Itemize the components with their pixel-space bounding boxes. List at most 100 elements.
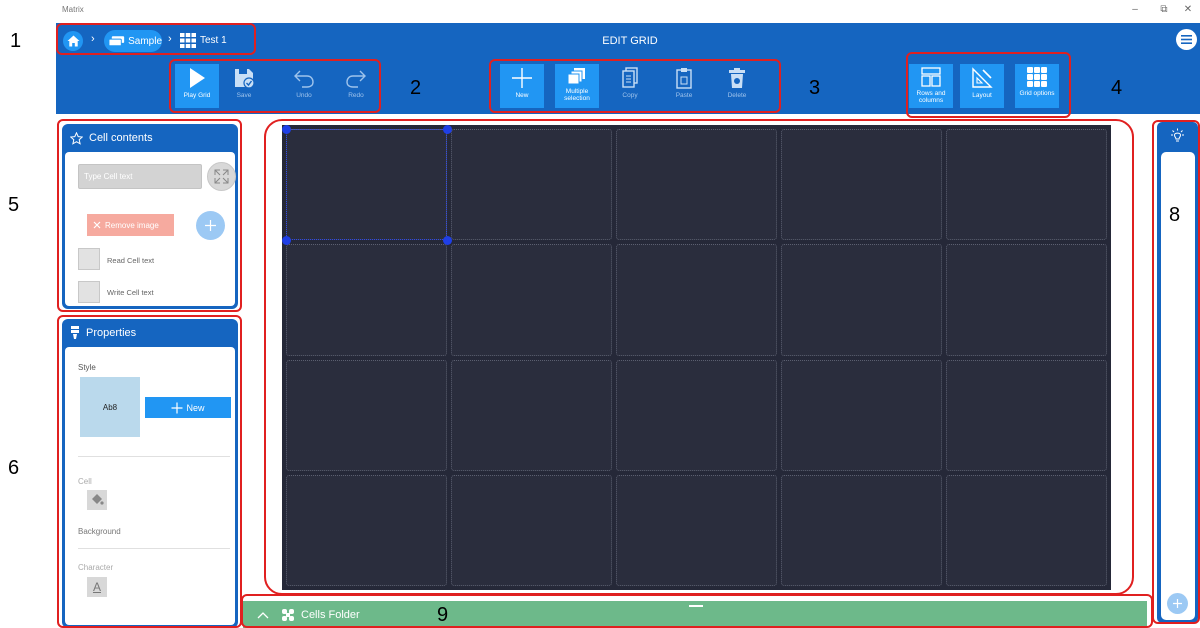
grid-cell[interactable] bbox=[451, 244, 612, 356]
copy-label: Copy bbox=[622, 92, 638, 99]
cells-folder-label: Cells Folder bbox=[301, 608, 360, 621]
grid-cell[interactable] bbox=[286, 244, 447, 356]
resize-handle[interactable] bbox=[442, 235, 452, 245]
breadcrumb-separator: › bbox=[168, 33, 172, 45]
redo-label: Redo bbox=[348, 92, 364, 99]
cell-section-label: Cell bbox=[78, 477, 92, 486]
layout-button[interactable]: Layout bbox=[960, 64, 1004, 108]
layout-label: Layout bbox=[972, 92, 992, 99]
restore-button[interactable]: ⧉ bbox=[1157, 4, 1171, 15]
annotation-number-8: 8 bbox=[1169, 204, 1181, 226]
resize-handle[interactable] bbox=[281, 124, 291, 134]
layout-icon bbox=[972, 67, 993, 88]
folder-icon bbox=[282, 608, 294, 621]
right-panel bbox=[1157, 122, 1198, 623]
save-label: Save bbox=[236, 92, 252, 99]
grid-cell[interactable] bbox=[286, 359, 447, 471]
rows-and-columns-label: Rows and columns bbox=[916, 90, 946, 104]
close-window-button[interactable]: ✕ bbox=[1181, 4, 1195, 15]
copy-icon bbox=[622, 67, 638, 88]
cell-contents-header: Cell contents bbox=[62, 124, 238, 152]
grid-cell[interactable] bbox=[616, 359, 777, 471]
breadcrumb-separator: › bbox=[91, 33, 95, 45]
multiple-selection-icon bbox=[567, 68, 585, 85]
grid-cell[interactable] bbox=[781, 129, 942, 241]
write-cell-text-checkbox[interactable] bbox=[78, 281, 100, 303]
minimize-button[interactable]: – bbox=[1128, 4, 1142, 15]
grid-cell[interactable] bbox=[616, 244, 777, 356]
grid-cell[interactable] bbox=[616, 129, 777, 241]
chevron-up-icon bbox=[257, 611, 269, 618]
trash-icon bbox=[729, 68, 745, 88]
character-section-label: Character bbox=[78, 563, 114, 572]
paste-button[interactable]: Paste bbox=[662, 64, 706, 108]
selection-outline bbox=[286, 129, 447, 241]
delete-button[interactable]: Delete bbox=[715, 64, 759, 108]
grid-cell[interactable] bbox=[286, 474, 447, 586]
save-icon bbox=[235, 69, 255, 89]
cell-text-input[interactable]: Type Cell text bbox=[78, 164, 202, 189]
main-menu-button[interactable] bbox=[1176, 29, 1197, 50]
properties-title: Properties bbox=[86, 327, 137, 339]
properties-scrollbar[interactable] bbox=[240, 349, 242, 539]
breadcrumb-grid-label: Test 1 bbox=[200, 35, 227, 46]
multiple-selection-button[interactable]: Multiple selection bbox=[555, 64, 599, 108]
cell-contents-panel: Cell contents Type Cell text Remove imag… bbox=[62, 124, 238, 309]
grid-cell[interactable] bbox=[781, 359, 942, 471]
app-title: Matrix bbox=[62, 5, 84, 14]
plus-icon bbox=[171, 402, 183, 413]
page-title: EDIT GRID bbox=[602, 35, 658, 47]
lightbulb-icon bbox=[1171, 128, 1184, 142]
save-button[interactable]: Save bbox=[222, 64, 266, 108]
rows-columns-icon bbox=[921, 67, 941, 87]
background-label: Background bbox=[78, 527, 121, 536]
undo-button[interactable]: Undo bbox=[282, 64, 326, 108]
grid-cell[interactable] bbox=[781, 474, 942, 586]
style-preview[interactable]: Ab8 bbox=[80, 377, 140, 437]
breadcrumb-grid[interactable]: Test 1 bbox=[180, 33, 227, 48]
grid-cell[interactable] bbox=[451, 129, 612, 241]
new-style-button[interactable]: New bbox=[145, 397, 231, 418]
redo-button[interactable]: Redo bbox=[334, 64, 378, 108]
copy-button[interactable]: Copy bbox=[608, 64, 652, 108]
close-icon bbox=[93, 221, 101, 229]
add-image-button[interactable] bbox=[196, 211, 225, 240]
grid-cell[interactable] bbox=[946, 244, 1107, 356]
grid-canvas[interactable] bbox=[281, 124, 1111, 590]
resize-handle[interactable] bbox=[281, 235, 291, 245]
play-grid-button[interactable]: Play Grid bbox=[175, 64, 219, 108]
new-label: New bbox=[515, 92, 529, 99]
expand-text-button[interactable] bbox=[207, 162, 236, 191]
grid-options-button[interactable]: Grid options bbox=[1015, 64, 1059, 108]
plus-icon bbox=[1173, 599, 1182, 608]
grid-cell[interactable] bbox=[946, 474, 1107, 586]
remove-image-button[interactable]: Remove image bbox=[87, 214, 174, 236]
paste-icon bbox=[676, 68, 692, 89]
home-button[interactable] bbox=[63, 31, 83, 51]
delete-label: Delete bbox=[727, 92, 747, 99]
star-icon bbox=[70, 131, 83, 145]
paint-bucket-icon bbox=[92, 494, 104, 505]
resize-handle[interactable] bbox=[442, 124, 452, 134]
cell-contents-title: Cell contents bbox=[89, 132, 153, 144]
read-cell-text-checkbox[interactable] bbox=[78, 248, 100, 270]
edit-grid-screen: Matrix – ⧉ ✕ › Sample › Test 1 EDIT GRID… bbox=[0, 0, 1200, 628]
plus-icon bbox=[512, 68, 532, 88]
new-cell-button[interactable]: New bbox=[500, 64, 544, 108]
drag-handle[interactable] bbox=[689, 605, 703, 607]
right-panel-add-button[interactable] bbox=[1167, 593, 1188, 614]
paste-label: Paste bbox=[675, 92, 693, 99]
rows-and-columns-button[interactable]: Rows and columns bbox=[909, 64, 953, 108]
undo-label: Undo bbox=[296, 92, 312, 99]
grid-cell[interactable] bbox=[946, 129, 1107, 241]
grid-cell[interactable] bbox=[946, 359, 1107, 471]
background-color-button[interactable] bbox=[87, 490, 107, 510]
grid-cell[interactable] bbox=[451, 474, 612, 586]
breadcrumb-sample[interactable]: Sample bbox=[104, 30, 162, 52]
grid-cell[interactable] bbox=[781, 244, 942, 356]
grid-cell[interactable] bbox=[616, 474, 777, 586]
font-color-button[interactable]: A bbox=[87, 577, 107, 597]
undo-icon bbox=[294, 70, 314, 88]
grid-cell[interactable] bbox=[451, 359, 612, 471]
multiple-selection-label: Multiple selection bbox=[564, 88, 590, 102]
